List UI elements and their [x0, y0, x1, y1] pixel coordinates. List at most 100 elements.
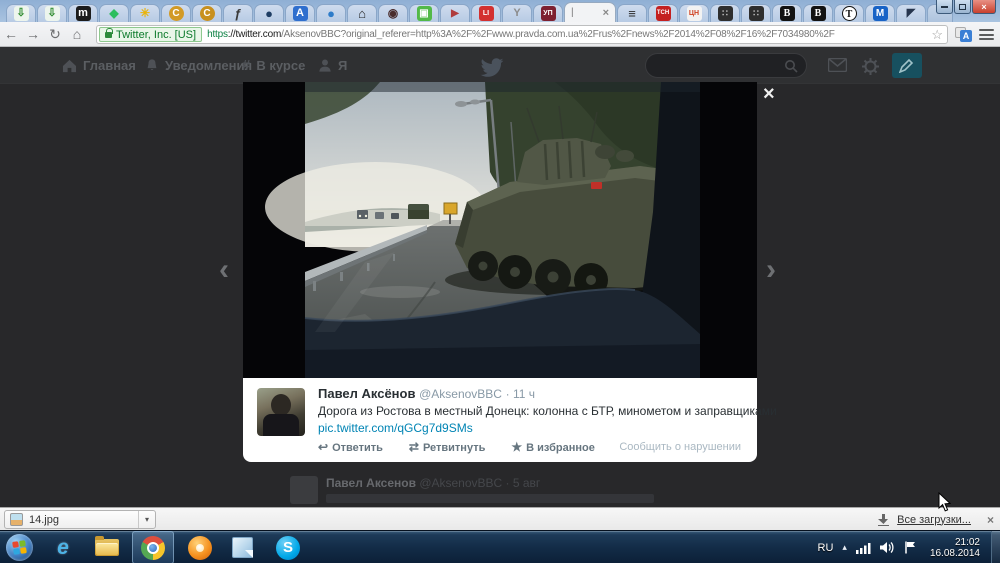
language-indicator[interactable]: RU [818, 542, 834, 554]
browser-tab[interactable]: ✳ [130, 4, 160, 22]
taskbar-clock[interactable]: 21:02 16.08.2014 [930, 537, 980, 559]
download-bar-close-icon[interactable]: × [979, 513, 994, 527]
browser-tab[interactable]: ⇩ [37, 4, 67, 22]
start-button[interactable] [6, 534, 33, 561]
browser-tab[interactable]: ƒ [223, 4, 253, 22]
padlock-icon [105, 32, 112, 38]
retweet-icon: ⇄ [409, 440, 419, 454]
bookmark-star-icon[interactable]: ☆ [931, 27, 943, 43]
desktop-screen: ⇩⇩m◆✳CCƒ●A●⌂◉▣▶LIYУП | × ≡ТСНЦН∷∷BBTM◤ ×… [0, 0, 1000, 563]
browser-tab[interactable]: ТСН [648, 4, 678, 22]
browser-tab[interactable]: C [161, 4, 191, 22]
tab-close-icon[interactable]: × [603, 7, 609, 19]
browser-tab[interactable]: ▣ [409, 4, 439, 22]
tweet-photo-link[interactable]: pic.twitter.com/qGCg7d9SMs [318, 421, 473, 435]
browser-tab[interactable]: ЦН [679, 4, 709, 22]
show-desktop-button[interactable] [991, 531, 1000, 563]
back-button[interactable]: ← [0, 26, 22, 42]
browser-tab[interactable]: m [68, 4, 98, 22]
author-name: Павел Аксёнов [318, 386, 415, 401]
retweet-button[interactable]: ⇄Ретвитнуть [409, 440, 485, 454]
nav-discover[interactable]: # В курсе [242, 47, 305, 84]
bell-icon [145, 58, 159, 73]
mouse-cursor [938, 492, 951, 512]
reply-button[interactable]: ↩Ответить [318, 440, 383, 454]
download-item[interactable]: 14.jpg ▾ [4, 510, 156, 529]
nav-profile[interactable]: Я [318, 47, 347, 84]
reload-button[interactable]: ↻ [44, 26, 66, 43]
search-input[interactable] [645, 53, 807, 78]
tweet-text: Дорога из Ростова в местный Донецк: коло… [318, 404, 777, 418]
volume-icon[interactable] [880, 541, 895, 554]
tray-expand-icon[interactable]: ▴ [842, 542, 847, 553]
action-center-flag-icon[interactable] [904, 541, 917, 554]
show-all-downloads-link[interactable]: Все загрузки... [897, 514, 971, 526]
taskbar-chrome-active[interactable] [132, 531, 174, 563]
browser-tab[interactable]: B [803, 4, 833, 22]
tab-favicon: ∷ [749, 6, 764, 21]
translate-icon[interactable]: A [955, 27, 972, 42]
browser-tab[interactable]: ● [254, 4, 284, 22]
network-signal-icon[interactable] [856, 542, 871, 554]
address-bar[interactable]: Twitter, Inc. [US] https://twitter.com/A… [96, 25, 948, 44]
download-dropdown-icon[interactable]: ▾ [138, 511, 155, 528]
browser-tab[interactable]: ⇩ [6, 4, 36, 22]
active-tab-favicon: | [571, 7, 574, 18]
tab-favicon: T [842, 6, 857, 21]
taskbar-internet-explorer[interactable]: e [42, 531, 84, 563]
messages-icon[interactable] [828, 58, 847, 72]
tab-favicon: ⇩ [45, 6, 60, 21]
browser-tab[interactable]: ∷ [741, 4, 771, 22]
close-window-button[interactable]: × [972, 0, 996, 14]
browser-tab[interactable]: ◤ [896, 4, 926, 22]
browser-tab[interactable]: ◉ [378, 4, 408, 22]
avatar[interactable] [257, 388, 305, 436]
browser-tab[interactable]: B [772, 4, 802, 22]
browser-tab[interactable]: УП [533, 4, 563, 22]
browser-tab[interactable]: ∷ [710, 4, 740, 22]
favorite-button[interactable]: ★В избранное [511, 440, 594, 454]
system-tray: RU ▴ 21:02 16.08.2014 [818, 531, 980, 563]
tweet-author[interactable]: Павел Аксёнов @AksenovBBC · 11 ч [318, 386, 535, 401]
home-button[interactable]: ⌂ [66, 26, 88, 42]
browser-tab[interactable]: ● [316, 4, 346, 22]
browser-menu-icon[interactable] [979, 29, 994, 40]
tab-favicon: M [873, 6, 888, 21]
taskbar-media-player[interactable] [179, 531, 221, 563]
nav-home[interactable]: Главная [62, 47, 136, 84]
browser-tab[interactable]: C [192, 4, 222, 22]
settings-gear-icon[interactable] [862, 58, 879, 75]
browser-tab[interactable]: ≡ [617, 4, 647, 22]
browser-tab[interactable]: A [285, 4, 315, 22]
browser-tab[interactable]: ◆ [99, 4, 129, 22]
taskbar-skype[interactable]: S [267, 531, 309, 563]
forward-button[interactable]: → [22, 26, 44, 42]
maximize-button[interactable] [954, 0, 971, 14]
browser-tab[interactable]: ▶ [440, 4, 470, 22]
tab-favicon: ЦН [687, 6, 702, 21]
modal-close-icon[interactable]: × [763, 85, 775, 103]
author-handle: @AksenovBBC [419, 387, 502, 401]
minimize-icon [941, 6, 948, 8]
compose-tweet-button[interactable] [892, 53, 922, 78]
tweet-photo[interactable] [243, 82, 757, 378]
active-tab[interactable]: | × [564, 2, 616, 22]
tab-favicon: УП [541, 6, 556, 21]
browser-tab[interactable]: ⌂ [347, 4, 377, 22]
previous-photo-chevron[interactable]: ‹ [219, 255, 229, 285]
close-icon: × [981, 2, 986, 12]
browser-tab[interactable]: T [834, 4, 864, 22]
browser-tab[interactable]: LI [471, 4, 501, 22]
next-photo-chevron[interactable]: › [766, 255, 776, 285]
download-arrow-icon [878, 514, 889, 526]
avatar [290, 476, 318, 504]
taskbar-file-explorer[interactable] [86, 531, 128, 563]
browser-tab[interactable]: Y [502, 4, 532, 22]
nav-notifications[interactable]: Уведомления [145, 47, 252, 84]
report-link[interactable]: Сообщить о нарушении [619, 441, 741, 453]
taskbar-notes-app[interactable] [221, 531, 263, 563]
browser-tab[interactable]: M [865, 4, 895, 22]
minimize-button[interactable] [936, 0, 953, 14]
ev-certificate-badge[interactable]: Twitter, Inc. [US] [99, 27, 202, 42]
tab-favicon: B [811, 6, 826, 21]
